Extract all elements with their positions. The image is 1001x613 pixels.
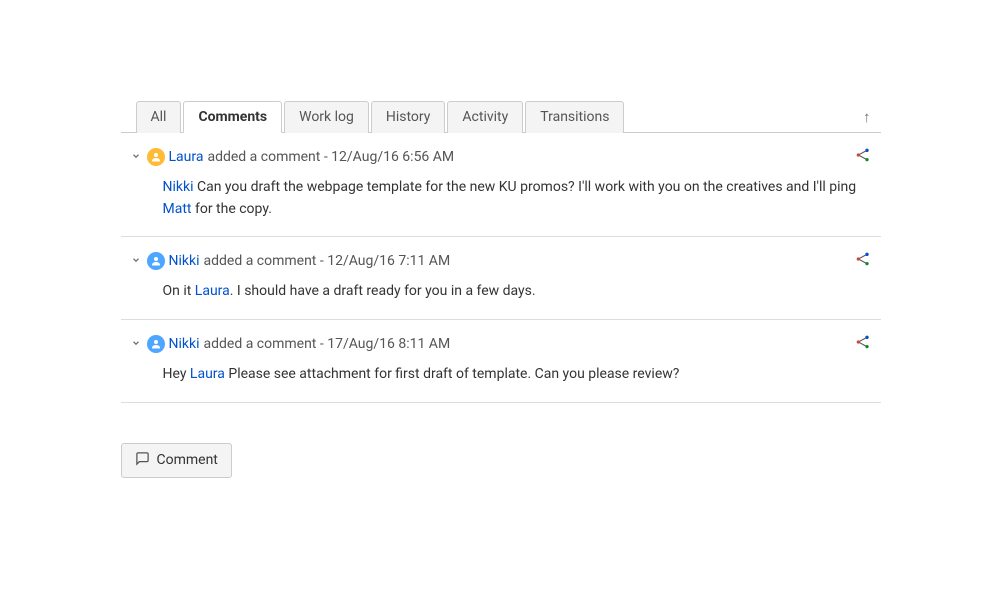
chevron-down-icon[interactable]: [131, 151, 147, 163]
comments-list: Laura added a comment - 12/Aug/16 6:56 A…: [121, 133, 881, 403]
user-mention[interactable]: Laura: [195, 283, 230, 299]
sort-ascending-icon[interactable]: ↑: [859, 104, 881, 132]
comment-author[interactable]: Nikki: [169, 253, 200, 269]
tab-history[interactable]: History: [371, 101, 446, 133]
tab-work-log[interactable]: Work log: [284, 101, 369, 133]
tabs: AllCommentsWork logHistoryActivityTransi…: [136, 100, 627, 132]
comment-body: Nikki Can you draft the webpage template…: [131, 167, 871, 220]
add-comment-label: Comment: [157, 452, 218, 468]
comment-item: Nikki added a comment - 12/Aug/16 7:11 A…: [121, 236, 881, 319]
tabs-row: AllCommentsWork logHistoryActivityTransi…: [121, 100, 881, 133]
comment-header: Nikki added a comment - 17/Aug/16 8:11 A…: [131, 334, 871, 354]
add-comment-button[interactable]: Comment: [121, 443, 232, 478]
share-icon[interactable]: [855, 251, 871, 271]
comment-author[interactable]: Nikki: [169, 336, 200, 352]
tab-activity[interactable]: Activity: [447, 101, 523, 133]
avatar[interactable]: [147, 252, 165, 270]
chevron-down-icon[interactable]: [131, 255, 147, 267]
tab-all[interactable]: All: [136, 101, 182, 133]
user-mention[interactable]: Laura: [190, 366, 225, 382]
user-mention[interactable]: Nikki: [163, 179, 194, 195]
share-icon[interactable]: [855, 334, 871, 354]
comment-meta: added a comment - 12/Aug/16 7:11 AM: [204, 253, 451, 269]
comment-author[interactable]: Laura: [169, 149, 204, 165]
chevron-down-icon[interactable]: [131, 338, 147, 350]
comment-header: Laura added a comment - 12/Aug/16 6:56 A…: [131, 147, 871, 167]
comment-header: Nikki added a comment - 12/Aug/16 7:11 A…: [131, 251, 871, 271]
comment-item: Nikki added a comment - 17/Aug/16 8:11 A…: [121, 319, 881, 402]
tab-transitions[interactable]: Transitions: [525, 101, 624, 133]
share-icon[interactable]: [855, 147, 871, 167]
comment-meta: added a comment - 12/Aug/16 6:56 AM: [207, 149, 454, 165]
comment-meta: added a comment - 17/Aug/16 8:11 AM: [204, 336, 451, 352]
user-mention[interactable]: Matt: [163, 201, 192, 217]
comment-item: Laura added a comment - 12/Aug/16 6:56 A…: [121, 133, 881, 236]
avatar[interactable]: [147, 335, 165, 353]
comment-body: Hey Laura Please see attachment for firs…: [131, 354, 871, 386]
avatar[interactable]: [147, 148, 165, 166]
comment-icon: [135, 451, 150, 470]
comment-body: On it Laura. I should have a draft ready…: [131, 271, 871, 303]
comments-panel: AllCommentsWork logHistoryActivityTransi…: [121, 0, 881, 478]
comment-button-wrap: Comment: [121, 403, 881, 478]
tab-comments[interactable]: Comments: [183, 101, 282, 133]
